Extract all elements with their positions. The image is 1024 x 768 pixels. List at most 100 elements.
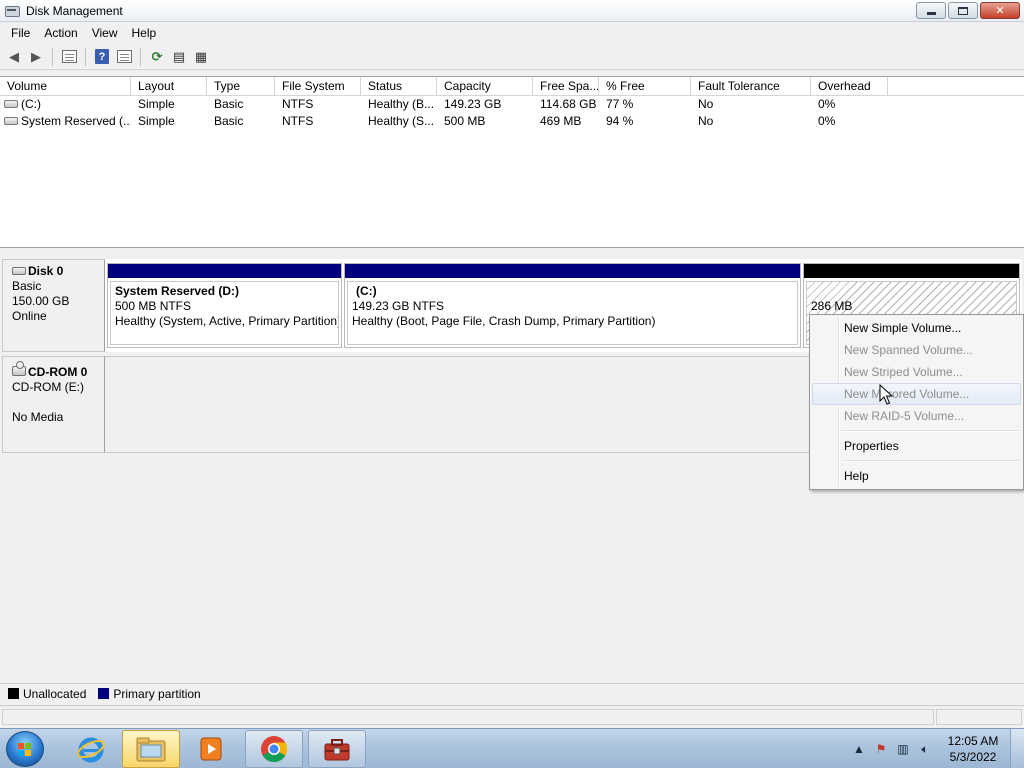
forward-arrow-icon[interactable]: ▶: [26, 47, 46, 67]
refresh-icon: ⟳: [151, 48, 163, 64]
taskbar-media-player[interactable]: [182, 730, 240, 768]
clock-date: 5/3/2022: [949, 750, 997, 764]
status-segment: [936, 709, 1022, 725]
clock-time: 12:05 AM: [947, 734, 999, 748]
show-hidden-icons-chevron-icon[interactable]: ▲: [851, 741, 867, 757]
menu-help-item[interactable]: Help: [812, 465, 1021, 487]
primary-partition-bar: [108, 264, 341, 278]
toolbar: ◀ ▶ ? ⟳ ▤ ▦: [0, 44, 1024, 70]
action-center-flag-icon[interactable]: ⚑: [873, 741, 889, 757]
unallocated-swatch: [8, 688, 19, 699]
partition-c[interactable]: (C:) 149.23 GB NTFS Healthy (Boot, Page …: [344, 263, 801, 348]
properties-icon: ▤: [172, 48, 186, 64]
menu-view[interactable]: View: [85, 24, 125, 42]
toolbar-separator: [85, 47, 86, 66]
windows-explorer-icon: [136, 737, 166, 762]
column-fault-tolerance[interactable]: Fault Tolerance: [691, 77, 811, 96]
cdrom-0-label[interactable]: CD-ROM 0 CD-ROM (E:) No Media: [2, 356, 105, 453]
disk-0-name: Disk 0: [28, 264, 64, 278]
menu-properties[interactable]: Properties: [812, 435, 1021, 457]
menu-separator: [812, 427, 1021, 435]
disk-0-size: 150.00 GB: [12, 294, 70, 308]
column-layout[interactable]: Layout: [131, 77, 207, 96]
legend: Unallocated Primary partition: [0, 683, 1024, 703]
column-status[interactable]: Status: [361, 77, 437, 96]
volume-list-header: Volume Layout Type File System Status Ca…: [0, 77, 1024, 96]
menu-new-spanned-volume[interactable]: New Spanned Volume...: [812, 339, 1021, 361]
taskbar-windows-explorer[interactable]: [122, 730, 180, 768]
refresh-button[interactable]: ⟳: [147, 47, 167, 67]
action-pane-icon: [116, 50, 132, 63]
media-player-icon: [200, 737, 222, 761]
menu-bar: File Action View Help: [0, 23, 1024, 43]
rescan-disks-button[interactable]: ▤: [169, 47, 189, 67]
column-capacity[interactable]: Capacity: [437, 77, 533, 96]
internet-explorer-icon: [77, 737, 105, 763]
maximize-button[interactable]: [948, 2, 978, 19]
hard-disk-icon: [12, 266, 26, 275]
volume-icon[interactable]: 🔈︎: [917, 741, 933, 757]
console-tree-icon: [61, 50, 77, 63]
taskbar-chrome[interactable]: [245, 730, 303, 768]
menu-file[interactable]: File: [4, 24, 37, 42]
settings-button[interactable]: ▦: [191, 47, 211, 67]
taskbar: ▲ ⚑ ▥ 🔈︎ 12:05 AM 5/3/2022: [0, 728, 1024, 768]
help-icon: ?: [95, 49, 109, 64]
clock[interactable]: 12:05 AM 5/3/2022: [936, 733, 1010, 765]
show-hide-action-pane-button[interactable]: [114, 47, 134, 67]
legend-primary-partition: Primary partition: [113, 686, 201, 701]
menu-new-mirrored-volume[interactable]: New Mirrored Volume...: [812, 383, 1021, 405]
disk-management-icon: [4, 3, 20, 19]
window-controls: ✕: [916, 2, 1020, 19]
system-tray: ▲ ⚑ ▥ 🔈︎ 12:05 AM 5/3/2022: [848, 729, 1024, 768]
menu-new-simple-volume[interactable]: New Simple Volume...: [812, 317, 1021, 339]
disk-0-status: Online: [12, 309, 47, 323]
settings-icon: ▦: [194, 48, 208, 64]
toolbar-separator: [52, 47, 53, 66]
volume-list: Volume Layout Type File System Status Ca…: [0, 76, 1024, 248]
column-type[interactable]: Type: [207, 77, 275, 96]
minimize-button[interactable]: [916, 2, 946, 19]
show-desktop-button[interactable]: [1010, 729, 1024, 768]
column-overhead[interactable]: Overhead: [811, 77, 888, 96]
primary-partition-swatch: [98, 688, 110, 699]
minimize-icon: [926, 12, 936, 15]
window-title: Disk Management: [26, 3, 123, 18]
show-hide-console-tree-button[interactable]: [59, 47, 79, 67]
cdrom-0-name: CD-ROM 0: [28, 365, 88, 379]
taskbar-computer-management[interactable]: [308, 730, 366, 768]
menu-action[interactable]: Action: [37, 24, 84, 42]
table-row[interactable]: System Reserved (... Simple Basic NTFS H…: [0, 113, 1024, 130]
mouse-pointer-icon: [879, 384, 893, 405]
close-icon: ✕: [995, 5, 1005, 17]
windows-logo-icon: [18, 743, 32, 756]
table-row[interactable]: (C:) Simple Basic NTFS Healthy (B... 149…: [0, 96, 1024, 113]
close-button[interactable]: ✕: [980, 2, 1020, 19]
toolbar-separator: [140, 47, 141, 66]
context-menu: New Simple Volume... New Spanned Volume.…: [809, 314, 1024, 490]
restore-icon: [958, 6, 968, 15]
unallocated-bar: [804, 264, 1019, 278]
menu-help[interactable]: Help: [125, 24, 164, 42]
column-percent-free[interactable]: % Free: [599, 77, 691, 96]
network-icon[interactable]: ▥: [895, 741, 911, 757]
menu-new-striped-volume[interactable]: New Striped Volume...: [812, 361, 1021, 383]
status-bar: [0, 705, 1024, 727]
back-arrow-icon[interactable]: ◀: [4, 47, 24, 67]
column-volume[interactable]: Volume: [0, 77, 131, 96]
menu-new-raid5-volume[interactable]: New RAID-5 Volume...: [812, 405, 1021, 427]
legend-unallocated: Unallocated: [23, 686, 87, 701]
drive-icon: [4, 99, 18, 108]
primary-partition-bar: [345, 264, 800, 278]
column-file-system[interactable]: File System: [275, 77, 361, 96]
start-button[interactable]: [6, 731, 44, 767]
chrome-icon: [261, 736, 288, 763]
disk-0-type: Basic: [12, 279, 42, 293]
partition-system-reserved[interactable]: System Reserved (D:) 500 MB NTFS Healthy…: [107, 263, 342, 348]
cd-rom-icon: [12, 361, 26, 377]
disk-0-label[interactable]: Disk 0 Basic 150.00 GB Online: [2, 259, 105, 352]
column-free-space[interactable]: Free Spa...: [533, 77, 599, 96]
help-button[interactable]: ?: [92, 47, 112, 67]
taskbar-internet-explorer[interactable]: [62, 730, 120, 768]
computer-management-icon: [324, 739, 350, 761]
